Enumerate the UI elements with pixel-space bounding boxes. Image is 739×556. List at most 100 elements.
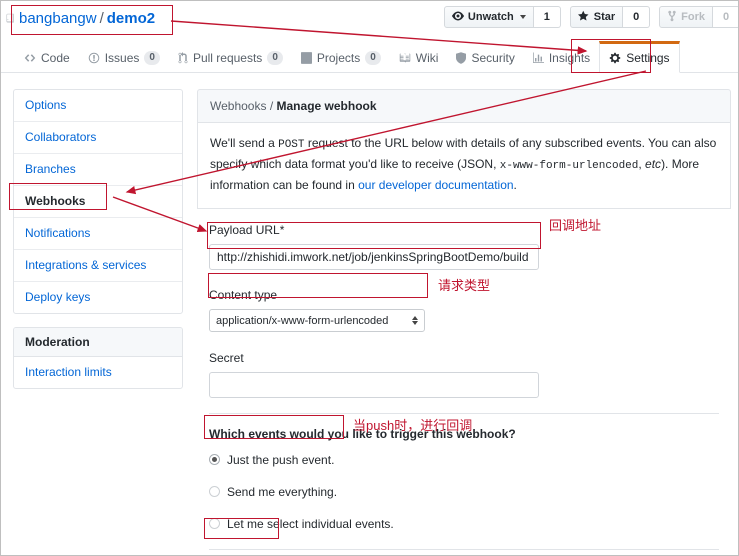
repo-breadcrumb-title[interactable]: bangbangw / demo2 bbox=[19, 10, 155, 28]
developer-documentation-link[interactable]: our developer documentation bbox=[358, 178, 513, 192]
chevron-down-icon bbox=[519, 15, 526, 19]
active-divider bbox=[209, 549, 719, 550]
tab-code[interactable]: Code bbox=[15, 41, 79, 72]
sidebar-item-options[interactable]: Options bbox=[14, 90, 182, 122]
tab-wiki-label: Wiki bbox=[415, 51, 439, 65]
sidebar-item-branches[interactable]: Branches bbox=[14, 154, 182, 186]
github-webhook-settings-page: bangbangw / demo2 Unwatch 1 Star 0 Fork … bbox=[0, 0, 739, 556]
project-icon bbox=[300, 52, 312, 64]
event-option-push[interactable]: Just the push event. bbox=[209, 453, 719, 468]
book-icon bbox=[5, 12, 16, 25]
event-option-individual-label: Let me select individual events. bbox=[227, 517, 394, 531]
repo-header: bangbangw / demo2 Unwatch 1 Star 0 Fork … bbox=[1, 1, 738, 39]
repo-owner-link[interactable]: bangbangw bbox=[19, 10, 97, 27]
tab-pull-requests-count: 0 bbox=[267, 51, 283, 65]
payload-url-label: Payload URL* bbox=[209, 223, 719, 238]
star-button[interactable]: Star bbox=[569, 6, 624, 28]
tab-projects-label: Projects bbox=[316, 51, 361, 65]
unwatch-button-label: Unwatch bbox=[467, 11, 514, 23]
webhook-content-panel: Webhooks / Manage webhook We'll send a P… bbox=[197, 89, 731, 555]
sidebar-item-integrations-services[interactable]: Integrations & services bbox=[14, 250, 182, 282]
secret-input[interactable] bbox=[209, 372, 539, 398]
tab-code-label: Code bbox=[41, 51, 70, 65]
fork-button-label: Fork bbox=[681, 11, 705, 23]
desc-urlencoded: x-www-form-urlencoded bbox=[499, 160, 639, 172]
desc-post-method: POST bbox=[278, 139, 305, 151]
breadcrumb: Webhooks / Manage webhook bbox=[197, 89, 731, 123]
gear-icon bbox=[609, 52, 621, 64]
tab-security[interactable]: Security bbox=[447, 41, 523, 72]
star-button-group: Star 0 bbox=[569, 6, 651, 28]
tab-insights-label: Insights bbox=[548, 51, 591, 65]
payload-url-label-text: Payload URL bbox=[209, 223, 280, 237]
webhook-description: We'll send a POST request to the URL bel… bbox=[197, 123, 731, 209]
sidebar-moderation-header: Moderation bbox=[14, 328, 182, 357]
radio-individual-icon[interactable] bbox=[209, 518, 220, 529]
sidebar-item-deploy-keys[interactable]: Deploy keys bbox=[14, 282, 182, 313]
radio-everything-icon[interactable] bbox=[209, 486, 220, 497]
tab-settings[interactable]: Settings bbox=[599, 41, 680, 73]
repo-name-link[interactable]: demo2 bbox=[107, 10, 155, 27]
unwatch-button[interactable]: Unwatch bbox=[443, 6, 534, 28]
shield-icon bbox=[456, 52, 467, 64]
eye-icon bbox=[451, 10, 464, 25]
content-type-select[interactable]: application/x-www-form-urlencoded bbox=[209, 309, 425, 332]
fork-icon bbox=[667, 10, 677, 25]
graph-icon bbox=[532, 52, 544, 64]
tab-wiki[interactable]: Wiki bbox=[390, 41, 448, 72]
breadcrumb-current: Manage webhook bbox=[276, 99, 377, 113]
select-updown-icon bbox=[412, 316, 418, 325]
settings-menu-main: Options Collaborators Branches Webhooks … bbox=[13, 89, 183, 314]
tab-security-label: Security bbox=[471, 51, 515, 65]
sidebar-item-notifications[interactable]: Notifications bbox=[14, 218, 182, 250]
repo-social-actions: Unwatch 1 Star 0 Fork 0 bbox=[435, 6, 738, 28]
breadcrumb-parent-link[interactable]: Webhooks bbox=[210, 99, 266, 113]
content-type-selected-value: application/x-www-form-urlencoded bbox=[216, 314, 389, 327]
desc-etc: etc bbox=[645, 157, 662, 171]
webhook-form: Payload URL* http://zhishidi.imwork.net/… bbox=[197, 209, 731, 555]
git-pull-request-icon bbox=[178, 52, 188, 64]
tab-insights[interactable]: Insights bbox=[524, 41, 599, 72]
repo-nav-tabs: Code Issues 0 Pull requests 0 Projects 0 bbox=[1, 41, 738, 73]
sidebar-item-interaction-limits[interactable]: Interaction limits bbox=[14, 357, 182, 388]
event-option-push-label: Just the push event. bbox=[227, 453, 335, 467]
settings-menu-moderation: Moderation Interaction limits bbox=[13, 327, 183, 389]
payload-url-input[interactable]: http://zhishidi.imwork.net/job/jenkinsSp… bbox=[209, 244, 539, 270]
issue-opened-icon bbox=[88, 52, 100, 64]
sidebar-item-collaborators[interactable]: Collaborators bbox=[14, 122, 182, 154]
event-option-individual[interactable]: Let me select individual events. bbox=[209, 517, 719, 532]
event-option-everything-label: Send me everything. bbox=[227, 485, 338, 499]
secret-label: Secret bbox=[209, 351, 244, 365]
form-divider bbox=[209, 413, 719, 414]
settings-sidebar: Options Collaborators Branches Webhooks … bbox=[13, 89, 183, 402]
tab-issues[interactable]: Issues 0 bbox=[79, 41, 169, 72]
watch-count[interactable]: 1 bbox=[533, 6, 561, 28]
annotation-label-on-push-callback: 当push时，进行回调 bbox=[353, 418, 473, 433]
desc-part-5: . bbox=[513, 178, 517, 192]
payload-url-required-mark: * bbox=[279, 223, 285, 237]
tab-projects-count: 0 bbox=[365, 51, 381, 65]
repo-title-separator: / bbox=[99, 10, 104, 27]
star-button-label: Star bbox=[593, 11, 616, 23]
code-icon bbox=[24, 52, 36, 64]
fork-button[interactable]: Fork bbox=[659, 6, 713, 28]
tab-issues-label: Issues bbox=[104, 51, 140, 65]
annotation-label-request-type: 请求类型 bbox=[438, 278, 491, 293]
event-option-everything[interactable]: Send me everything. bbox=[209, 485, 719, 500]
fork-count[interactable]: 0 bbox=[713, 6, 738, 28]
tab-pull-requests[interactable]: Pull requests 0 bbox=[169, 41, 292, 72]
tab-projects[interactable]: Projects 0 bbox=[292, 41, 390, 72]
watch-button-group: Unwatch 1 bbox=[443, 6, 561, 28]
radio-push-icon[interactable] bbox=[209, 454, 220, 465]
book-icon bbox=[399, 52, 411, 64]
desc-part-1: We'll send a bbox=[210, 136, 279, 150]
star-icon bbox=[577, 10, 590, 25]
sidebar-item-webhooks[interactable]: Webhooks bbox=[14, 186, 182, 218]
tab-pull-requests-label: Pull requests bbox=[192, 51, 263, 65]
breadcrumb-separator: / bbox=[269, 99, 274, 113]
fork-button-group: Fork 0 bbox=[659, 6, 738, 28]
star-count[interactable]: 0 bbox=[623, 6, 651, 28]
tab-issues-count: 0 bbox=[144, 51, 160, 65]
tab-settings-label: Settings bbox=[626, 51, 670, 65]
annotation-label-callback-address: 回调地址 bbox=[549, 218, 602, 233]
